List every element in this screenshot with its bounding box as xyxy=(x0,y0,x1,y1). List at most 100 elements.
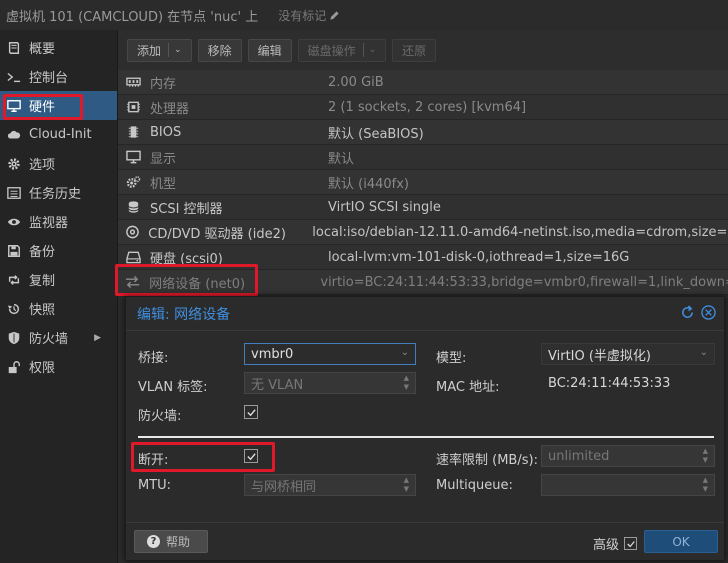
disconnect-label: 断开: xyxy=(138,453,169,468)
hw-value: virtio=BC:24:11:44:53:33,bridge=vmbr0,fi… xyxy=(320,274,728,290)
ok-button[interactable]: OK xyxy=(644,530,718,553)
vlan-placeholder: 无 VLAN xyxy=(251,377,304,393)
multiqueue-input[interactable]: ▲ ▼ xyxy=(541,474,715,496)
firewall-label: 防火墙: xyxy=(138,409,182,424)
expand-arrow-icon[interactable]: ▶ xyxy=(94,333,101,343)
add-button[interactable]: 添加 ⌄ xyxy=(127,38,192,62)
table-row[interactable]: 内存 2.00 GiB xyxy=(118,70,728,95)
spinner-icon[interactable]: ▲ ▼ xyxy=(404,374,409,392)
reset-icon[interactable] xyxy=(680,305,695,320)
sidebar-item-snapshots[interactable]: 快照 xyxy=(0,294,117,323)
sidebar-item-options[interactable]: 选项 xyxy=(0,149,117,178)
advanced-divider xyxy=(138,436,714,438)
add-label: 添加 xyxy=(137,43,162,58)
mtu-input[interactable]: 与网桥相同 ▲ ▼ xyxy=(244,474,416,496)
model-label: 模型: xyxy=(436,351,467,366)
help-button[interactable]: ? 帮助 xyxy=(134,530,208,553)
table-row[interactable]: 处理器 2 (1 sockets, 2 cores) [kvm64] xyxy=(118,95,728,120)
chevron-down-icon: ⌄ xyxy=(699,347,708,358)
check-icon xyxy=(626,540,635,547)
spinner-icon[interactable]: ▲ ▼ xyxy=(703,476,708,494)
chevron-down-icon: ⌄ xyxy=(174,45,182,55)
sidebar: 概要 控制台 硬件 Cloud-Init 选项 任务历史 监视器 备份 复制 快… xyxy=(0,30,118,563)
help-label: 帮助 xyxy=(166,535,191,549)
sidebar-item-label: 快照 xyxy=(29,303,56,318)
sidebar-item-monitor[interactable]: 监视器 xyxy=(0,207,117,236)
sidebar-item-summary[interactable]: 概要 xyxy=(0,33,117,62)
tags-label: 没有标记 xyxy=(278,8,327,23)
sidebar-item-permissions[interactable]: 权限 xyxy=(0,352,117,381)
hw-value: local-lvm:vm-101-disk-0,iothread=1,size=… xyxy=(328,249,630,265)
sidebar-item-backup[interactable]: 备份 xyxy=(0,236,117,265)
sidebar-item-label: 选项 xyxy=(29,158,56,173)
hw-value: 默认 (SeaBIOS) xyxy=(328,126,424,142)
hw-value: VirtIO SCSI single xyxy=(328,199,441,215)
desktop-icon xyxy=(122,150,144,164)
sidebar-item-console[interactable]: 控制台 xyxy=(0,62,117,91)
mac-label: MAC 地址: xyxy=(436,380,500,395)
sidebar-item-label: 任务历史 xyxy=(29,187,82,202)
cpu-icon xyxy=(122,100,144,114)
revert-label: 还原 xyxy=(402,43,427,58)
cogs-icon xyxy=(122,175,144,189)
hdd-icon xyxy=(122,250,144,264)
model-select[interactable]: VirtIO (半虚拟化) ⌄ xyxy=(541,343,715,365)
table-row[interactable]: 显示 默认 xyxy=(118,145,728,170)
sidebar-item-label: 控制台 xyxy=(29,71,69,86)
unlock-icon xyxy=(6,359,22,375)
sidebar-item-label: Cloud-Init xyxy=(29,127,92,142)
toolbar: 添加 ⌄ 移除 编辑 磁盘操作 ⌄ 还原 xyxy=(118,30,728,70)
advanced-checkbox[interactable] xyxy=(624,537,638,550)
question-icon: ? xyxy=(147,535,160,548)
hw-name: SCSI 控制器 xyxy=(150,201,223,217)
disc-icon xyxy=(122,225,142,239)
monitor-icon xyxy=(6,98,22,114)
edit-button[interactable]: 编辑 xyxy=(247,38,292,62)
vlan-tag-input[interactable]: 无 VLAN ▲ ▼ xyxy=(244,372,416,394)
title-bar: 虚拟机 101 (CAMCLOUD) 在节点 'nuc' 上 没有标记 xyxy=(0,0,728,30)
table-row[interactable]: CD/DVD 驱动器 (ide2) local:iso/debian-12.11… xyxy=(118,220,728,245)
rate-limit-input[interactable]: unlimited ▲ ▼ xyxy=(541,445,715,467)
table-row[interactable]: 网络设备 (net0) virtio=BC:24:11:44:53:33,bri… xyxy=(118,270,728,295)
list-icon xyxy=(6,185,22,201)
sidebar-item-replication[interactable]: 复制 xyxy=(0,265,117,294)
spinner-icon[interactable]: ▲ ▼ xyxy=(703,447,708,465)
table-row[interactable]: 机型 默认 (i440fx) xyxy=(118,170,728,195)
history-icon xyxy=(6,301,22,317)
hw-name: 显示 xyxy=(150,151,177,167)
table-row[interactable]: BIOS 默认 (SeaBIOS) xyxy=(118,120,728,145)
multiqueue-label: Multiqueue: xyxy=(436,478,513,493)
remove-button[interactable]: 移除 xyxy=(197,38,242,62)
sidebar-item-cloud-init[interactable]: Cloud-Init xyxy=(0,120,117,149)
check-icon xyxy=(246,452,256,460)
table-row[interactable]: SCSI 控制器 VirtIO SCSI single xyxy=(118,195,728,220)
floppy-icon xyxy=(6,243,22,259)
hw-name: 机型 xyxy=(150,176,177,192)
advanced-toggle[interactable]: 高级 xyxy=(593,534,638,553)
disconnect-checkbox[interactable] xyxy=(244,449,258,463)
chevron-down-icon: ⌄ xyxy=(368,45,377,55)
remove-label: 移除 xyxy=(207,43,232,58)
check-icon xyxy=(246,408,256,416)
tags-edit[interactable]: 没有标记 xyxy=(278,7,340,24)
disk-action-button[interactable]: 磁盘操作 ⌄ xyxy=(297,38,387,62)
hw-value: 默认 (i440fx) xyxy=(328,176,409,192)
sidebar-item-label: 备份 xyxy=(29,245,56,260)
bridge-label: 桥接: xyxy=(138,351,169,366)
bridge-select[interactable]: vmbr0 ⌄ xyxy=(244,343,416,365)
edit-label: 编辑 xyxy=(257,43,282,58)
close-icon[interactable] xyxy=(701,305,716,320)
dialog-header: 编辑: 网络设备 xyxy=(126,297,724,331)
sidebar-item-hardware[interactable]: 硬件 xyxy=(0,91,117,120)
table-row[interactable]: 硬盘 (scsi0) local-lvm:vm-101-disk-0,iothr… xyxy=(118,245,728,270)
revert-button[interactable]: 还原 xyxy=(392,38,437,62)
eye-icon xyxy=(6,214,22,230)
hw-name: 处理器 xyxy=(150,101,190,117)
hardware-table: 内存 2.00 GiB 处理器 2 (1 sockets, 2 cores) [… xyxy=(118,70,728,295)
sidebar-item-task-history[interactable]: 任务历史 xyxy=(0,178,117,207)
spinner-icon[interactable]: ▲ ▼ xyxy=(404,476,409,494)
microchip-icon xyxy=(122,125,144,139)
firewall-checkbox[interactable] xyxy=(244,405,258,419)
sidebar-item-firewall[interactable]: 防火墙 ▶ xyxy=(0,323,117,352)
mac-address-field[interactable]: BC:24:11:44:53:33 xyxy=(541,372,715,394)
